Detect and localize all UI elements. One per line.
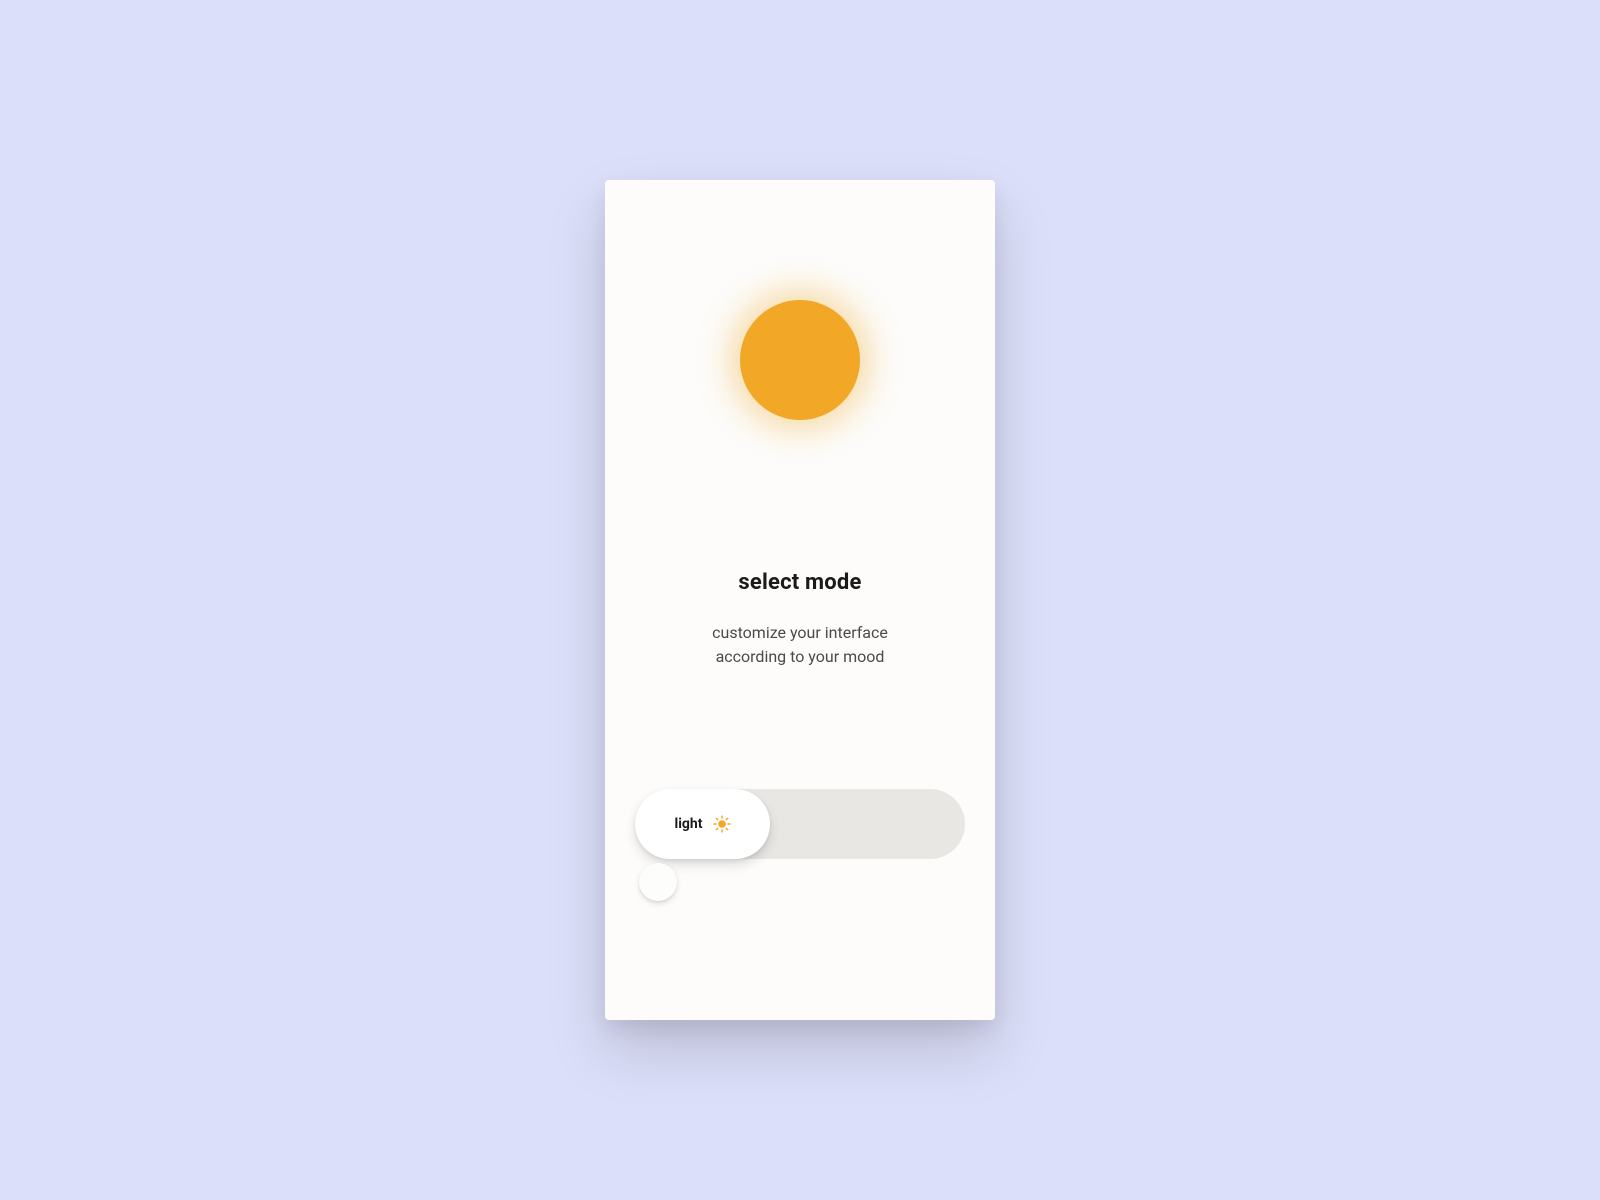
subtitle-line-2: according to your mood — [716, 647, 885, 666]
mode-toggle-label: light — [675, 816, 703, 832]
page-title: select mode — [738, 570, 861, 595]
sun-icon — [713, 815, 731, 833]
page-subtitle: customize your interface according to yo… — [712, 621, 888, 669]
mode-toggle[interactable]: light — [635, 789, 965, 859]
mode-select-card: select mode customize your interface acc… — [605, 180, 995, 1020]
subtitle-line-1: customize your interface — [712, 623, 888, 642]
sun-illustration — [740, 300, 860, 420]
secondary-handle[interactable] — [639, 863, 677, 901]
mode-toggle-thumb[interactable]: light — [635, 789, 770, 859]
mode-toggle-wrap: light — [635, 789, 965, 859]
